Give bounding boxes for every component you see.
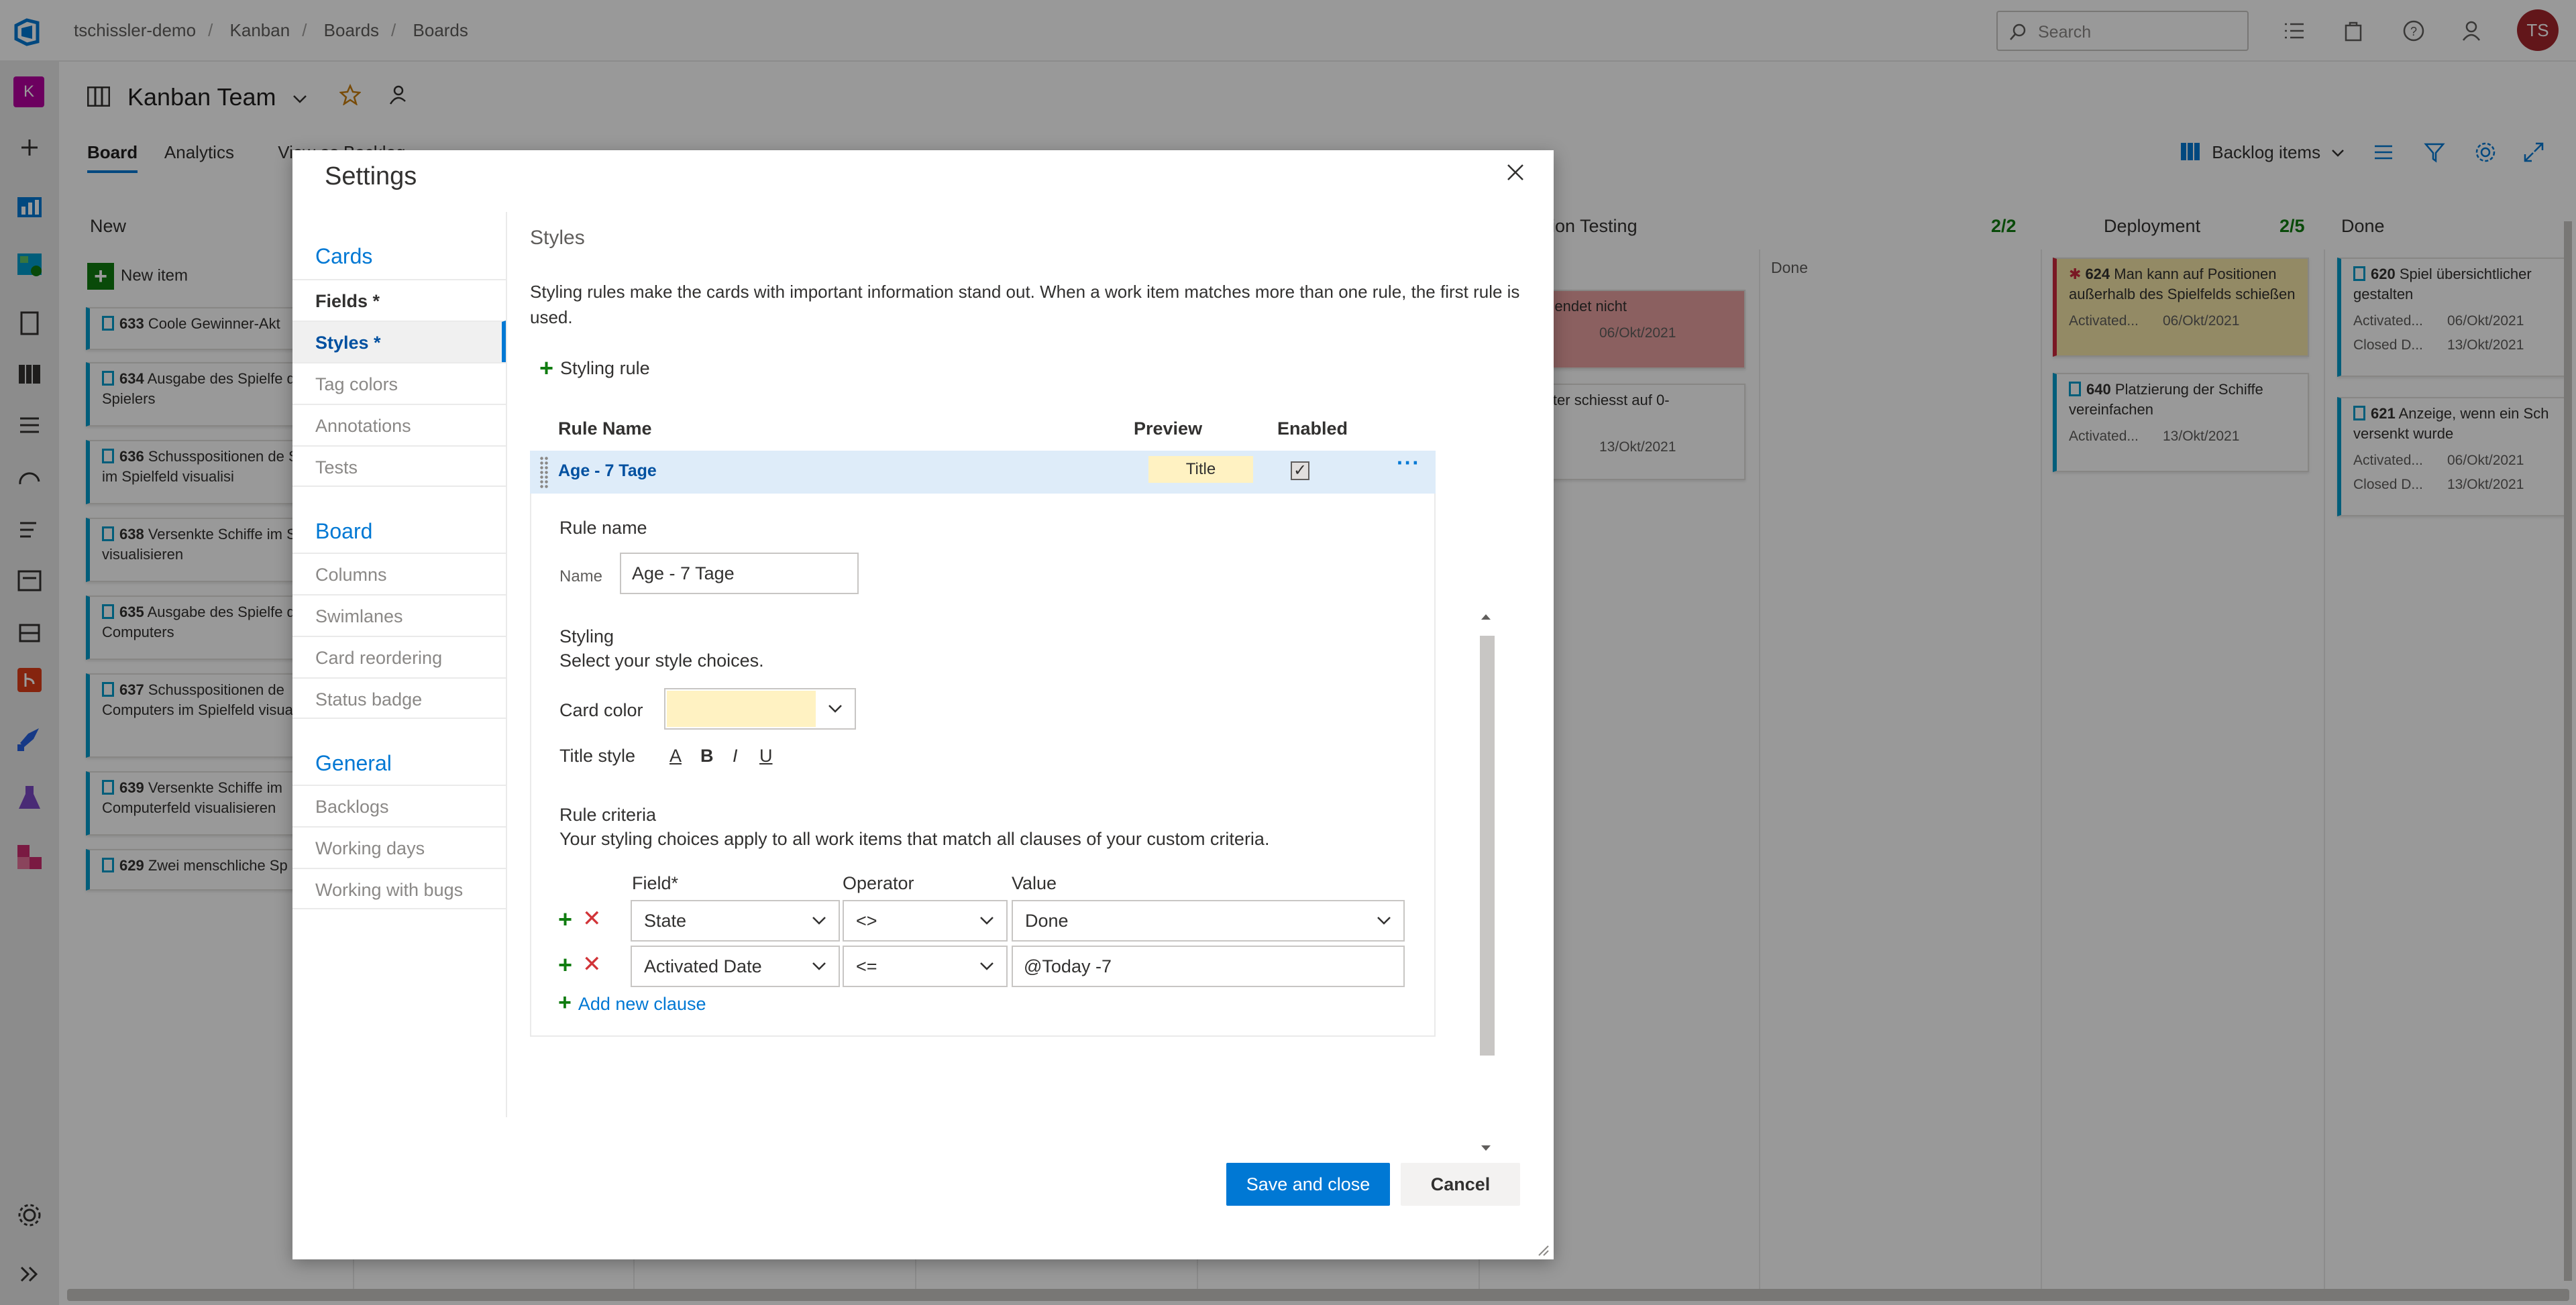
styling-heading: Styling xyxy=(559,626,614,646)
close-icon[interactable] xyxy=(1504,161,1527,184)
nav-group-board: Board xyxy=(315,519,373,543)
add-styling-rule-button[interactable]: + Styling rule xyxy=(539,354,650,382)
chevron-down-icon xyxy=(812,962,826,970)
nav-item-tests[interactable]: Tests xyxy=(292,445,506,487)
name-label: Name xyxy=(559,567,603,585)
nav-item-working-days[interactable]: Working days xyxy=(292,826,506,868)
add-clause-icon[interactable]: + xyxy=(558,951,572,979)
operator-header: Operator xyxy=(843,873,914,893)
dialog-title: Settings xyxy=(325,162,417,190)
card-color-picker[interactable] xyxy=(664,688,856,730)
cancel-button[interactable]: Cancel xyxy=(1401,1163,1520,1206)
column-header-rule-name: Rule Name xyxy=(558,418,652,439)
rules-scrollbar[interactable] xyxy=(1476,606,1496,1170)
rule-name-input[interactable]: Age - 7 Tage xyxy=(620,553,859,594)
scroll-up-icon[interactable] xyxy=(1476,609,1496,625)
italic-button[interactable]: I xyxy=(733,746,738,767)
add-icon: + xyxy=(539,354,554,382)
styling-subtext: Select your style choices. xyxy=(559,650,764,671)
underline-button[interactable]: U xyxy=(759,746,773,767)
card-color-swatch xyxy=(667,691,816,727)
nav-item-styles[interactable]: Styles * xyxy=(292,321,506,362)
nav-item-working-with-bugs[interactable]: Working with bugs xyxy=(292,868,506,909)
nav-item-backlogs[interactable]: Backlogs xyxy=(292,785,506,826)
chevron-down-icon xyxy=(980,917,994,925)
remove-clause-icon[interactable]: ✕ xyxy=(582,905,602,932)
value-header: Value xyxy=(1012,873,1057,893)
clause-value-input[interactable]: @Today -7 xyxy=(1012,946,1405,987)
section-title: Styles xyxy=(530,227,585,249)
rule-criteria-heading: Rule criteria xyxy=(559,805,657,825)
scroll-thumb[interactable] xyxy=(1480,636,1495,1056)
nav-group-cards: Cards xyxy=(315,244,373,268)
save-and-close-button[interactable]: Save and close xyxy=(1226,1163,1390,1206)
rule-criteria-subtext: Your styling choices apply to all work i… xyxy=(559,829,1270,849)
clause-field-select[interactable]: Activated Date xyxy=(631,946,840,987)
nav-item-annotations[interactable]: Annotations xyxy=(292,404,506,445)
column-header-preview: Preview xyxy=(1134,418,1203,439)
chevron-down-icon xyxy=(828,705,842,713)
more-actions-icon[interactable]: ··· xyxy=(1397,451,1420,475)
nav-item-tag-colors[interactable]: Tag colors xyxy=(292,362,506,404)
styles-description: Styling rules make the cards with import… xyxy=(530,282,1520,327)
rule-preview: Title xyxy=(1148,456,1253,483)
clause-operator-select[interactable]: <> xyxy=(843,900,1008,942)
title-style-label: Title style xyxy=(559,746,636,766)
drag-handle-icon[interactable] xyxy=(539,456,549,488)
nav-item-columns[interactable]: Columns xyxy=(292,553,506,594)
resize-handle-icon[interactable] xyxy=(1536,1243,1550,1257)
chevron-down-icon xyxy=(1377,917,1391,925)
font-color-button[interactable]: A xyxy=(669,746,682,767)
chevron-down-icon xyxy=(812,917,826,925)
nav-group-general: General xyxy=(315,751,392,775)
nav-item-swimlanes[interactable]: Swimlanes xyxy=(292,594,506,636)
nav-item-status-badge[interactable]: Status badge xyxy=(292,677,506,719)
add-icon: + xyxy=(558,990,572,1015)
nav-item-fields[interactable]: Fields * xyxy=(292,279,506,321)
settings-nav: Cards Fields * Styles * Tag colors Annot… xyxy=(292,212,507,1117)
add-clause-icon[interactable]: + xyxy=(558,905,572,933)
clause-operator-select[interactable]: <= xyxy=(843,946,1008,987)
rule-detail-panel: Rule name Name Age - 7 Tage Styling Sele… xyxy=(530,494,1436,1037)
remove-clause-icon[interactable]: ✕ xyxy=(582,951,602,978)
styling-rule-row[interactable]: Age - 7 Tage Title ✓ ··· xyxy=(530,451,1436,494)
clause-value-select[interactable]: Done xyxy=(1012,900,1405,942)
field-header: Field* xyxy=(632,873,679,893)
bold-button[interactable]: B xyxy=(700,746,714,767)
chevron-down-icon xyxy=(980,962,994,970)
add-new-clause-link[interactable]: + Add new clause xyxy=(558,990,706,1016)
scroll-down-icon[interactable] xyxy=(1476,1140,1496,1156)
column-header-enabled: Enabled xyxy=(1277,418,1348,439)
rule-name: Age - 7 Tage xyxy=(558,461,657,480)
nav-item-card-reordering[interactable]: Card reordering xyxy=(292,636,506,677)
settings-dialog: Settings Cards Fields * Styles * Tag col… xyxy=(292,150,1554,1259)
rule-name-heading: Rule name xyxy=(559,518,647,538)
rule-enabled-checkbox[interactable]: ✓ xyxy=(1291,461,1309,480)
card-color-label: Card color xyxy=(559,700,643,720)
clause-field-select[interactable]: State xyxy=(631,900,840,942)
